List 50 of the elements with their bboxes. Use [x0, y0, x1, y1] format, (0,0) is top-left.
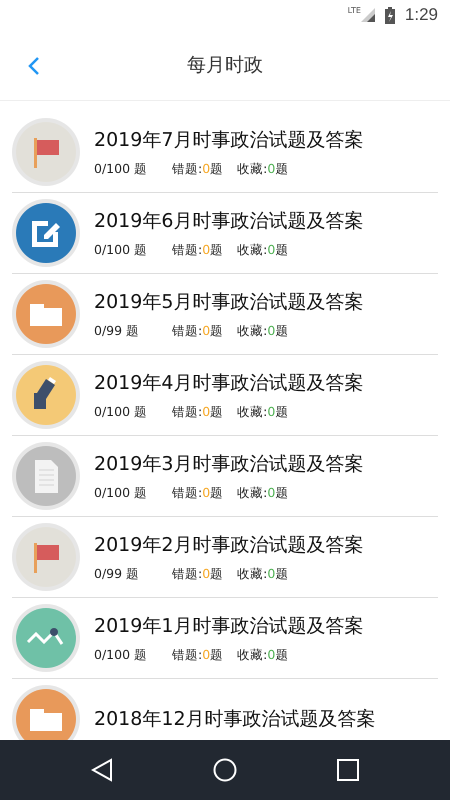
wrong-count: 错题:0题 — [172, 646, 224, 664]
flag-icon — [12, 118, 80, 186]
clock-time: 1:29 — [404, 5, 438, 25]
signal-icon — [360, 8, 375, 22]
item-title: 2019年4月时事政治试题及答案 — [94, 370, 364, 396]
progress-count: 0/100 题 — [94, 484, 148, 502]
list-item[interactable]: 2019年1月时事政治试题及答案 0/100 题 错题:0题 收藏:0题 — [12, 598, 438, 679]
favorite-count: 收藏:0题 — [237, 322, 288, 340]
list-item[interactable]: 2019年3月时事政治试题及答案 0/100 题 错题:0题 收藏:0题 — [12, 436, 438, 517]
progress-count: 0/100 题 — [94, 160, 148, 178]
page-title: 每月时政 — [187, 53, 263, 78]
list-item[interactable]: 2019年2月时事政治试题及答案 0/99 题 错题:0题 收藏:0题 — [12, 517, 438, 598]
favorite-count: 收藏:0题 — [237, 404, 288, 420]
item-title: 2018年12月时事政治试题及答案 — [94, 707, 376, 732]
item-title: 2019年1月时事政治试题及答案 — [94, 614, 364, 638]
edit-icon — [12, 199, 80, 267]
progress-count: 0/100 题 — [94, 404, 148, 420]
pencil-icon — [12, 361, 80, 429]
item-title: 2019年2月时事政治试题及答案 — [94, 532, 364, 558]
wrong-count: 错题:0题 — [172, 322, 224, 340]
document-icon — [12, 442, 80, 510]
favorite-count: 收藏:0题 — [237, 242, 288, 258]
wrong-count: 错题:0题 — [172, 242, 224, 258]
progress-count: 0/99 题 — [94, 322, 140, 340]
wrong-count: 错题:0题 — [172, 160, 224, 178]
favorite-count: 收藏:0题 — [237, 566, 288, 582]
wrong-count: 错题:0题 — [172, 484, 224, 502]
network-label: LTE — [348, 6, 361, 15]
folder-icon — [12, 280, 80, 348]
progress-count: 0/100 题 — [94, 242, 148, 258]
favorite-count: 收藏:0题 — [237, 160, 288, 178]
item-title: 2019年5月时事政治试题及答案 — [94, 290, 364, 314]
list-item[interactable]: 2019年6月时事政治试题及答案 0/100 题 错题:0题 收藏:0题 — [12, 193, 438, 274]
progress-count: 0/99 题 — [94, 566, 140, 582]
favorite-count: 收藏:0题 — [237, 646, 288, 664]
progress-count: 0/100 题 — [94, 646, 148, 664]
wrong-count: 错题:0题 — [172, 566, 224, 582]
item-title: 2019年3月时事政治试题及答案 — [94, 452, 364, 476]
home-button[interactable] — [210, 756, 239, 784]
list-item[interactable]: 2019年5月时事政治试题及答案 0/99 题 错题:0题 收藏:0题 — [12, 274, 438, 355]
back-icon — [28, 56, 40, 76]
flag-icon — [12, 523, 80, 591]
item-title: 2019年6月时事政治试题及答案 — [94, 208, 364, 234]
favorite-count: 收藏:0题 — [237, 484, 288, 502]
list-item[interactable]: 2019年7月时事政治试题及答案 0/100 题 错题:0题 收藏:0题 — [12, 112, 438, 193]
item-title: 2019年7月时事政治试题及答案 — [94, 128, 364, 152]
list-item[interactable]: 2019年4月时事政治试题及答案 0/100 题 错题:0题 收藏:0题 — [12, 355, 438, 436]
line-chart-icon — [12, 604, 80, 672]
wrong-count: 错题:0题 — [172, 404, 224, 420]
battery-icon — [384, 6, 395, 24]
